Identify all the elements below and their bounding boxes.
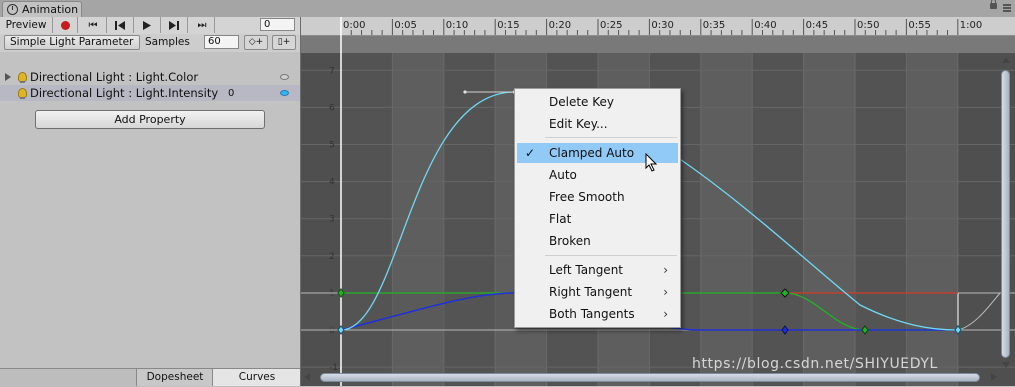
time-label: 0:20: [549, 20, 571, 31]
menu-item-label: Right Tangent: [549, 285, 633, 299]
time-band: [855, 53, 907, 386]
menu-item-label: Both Tangents: [549, 307, 635, 321]
next-keyframe-button[interactable]: [161, 17, 188, 33]
scroll-right-arrow-icon[interactable]: [991, 373, 997, 381]
scroll-down-arrow-icon[interactable]: [1002, 362, 1010, 368]
time-label: 0:15: [497, 20, 519, 31]
tangent-handle[interactable]: [463, 90, 467, 94]
property-panel: Directional Light : Light.Color Directio…: [0, 52, 300, 368]
time-label: 0:40: [754, 20, 776, 31]
record-icon: [60, 20, 70, 30]
add-property-button[interactable]: Add Property: [35, 110, 265, 129]
time-label: 0:10: [446, 20, 468, 31]
value-label: 6: [329, 103, 335, 113]
tab-curves[interactable]: Curves: [212, 369, 301, 386]
value-label: 4: [329, 178, 335, 188]
time-label: 0:30: [651, 20, 673, 31]
play-button[interactable]: [134, 17, 161, 33]
time-band: [752, 53, 804, 386]
previous-keyframe-button[interactable]: [107, 17, 134, 33]
samples-label: Samples: [145, 36, 190, 48]
checkmark-icon: ✓: [525, 146, 536, 160]
time-label: 0:00: [343, 20, 365, 31]
menu-item-delete-key[interactable]: Delete Key: [517, 92, 678, 112]
mouse-cursor-icon: [645, 153, 658, 172]
submenu-arrow-icon: ›: [663, 285, 668, 299]
value-label: 5: [329, 141, 335, 151]
previous-keyframe-icon: [115, 20, 125, 30]
last-keyframe-icon: ⏭: [197, 19, 207, 31]
foldout-arrow-icon[interactable]: [5, 73, 11, 81]
menu-item-both-tangents[interactable]: Both Tangents ›: [517, 304, 678, 324]
property-row-light-intensity[interactable]: Directional Light : Light.Intensity 0: [0, 85, 300, 101]
value-label: -1: [329, 363, 338, 373]
event-track[interactable]: [301, 36, 1015, 53]
menu-separator: [545, 137, 677, 138]
submenu-arrow-icon: ›: [663, 263, 668, 277]
lock-icon[interactable]: [990, 0, 997, 9]
watermark-text: https://blog.csdn.net/SHIYUEDYL: [692, 356, 938, 372]
menu-item-left-tangent[interactable]: Left Tangent ›: [517, 260, 678, 280]
add-keyframe-button[interactable]: ◇+: [244, 35, 268, 50]
next-keyframe-icon: [169, 20, 179, 30]
tab-dopesheet[interactable]: Dopesheet: [136, 369, 213, 386]
menu-item-right-tangent[interactable]: Right Tangent ›: [517, 282, 678, 302]
time-band: [341, 53, 393, 386]
tab-animation[interactable]: Animation: [2, 1, 82, 17]
menu-item-broken[interactable]: Broken: [517, 231, 678, 251]
time-label: 0:55: [908, 20, 930, 31]
time-label: 0:50: [857, 20, 879, 31]
view-mode-tabs: Dopesheet Curves: [0, 368, 301, 387]
property-label: Directional Light : Light.Intensity: [30, 86, 219, 100]
menu-item-label: Left Tangent: [549, 263, 624, 277]
samples-field[interactable]: 60: [204, 35, 239, 49]
value-label: 3: [329, 215, 335, 225]
scroll-left-arrow-icon[interactable]: [304, 373, 310, 381]
value-label: 7: [329, 66, 335, 76]
pre-range-shade: [301, 53, 341, 386]
scroll-up-arrow-icon[interactable]: [1002, 57, 1010, 63]
menu-item-free-smooth[interactable]: Free Smooth: [517, 187, 678, 207]
tab-title: Animation: [22, 3, 79, 16]
preview-button[interactable]: Preview: [0, 17, 53, 33]
time-label: 1:00: [960, 20, 982, 31]
curve-visibility-toggle[interactable]: [280, 74, 289, 80]
clip-select[interactable]: Simple Light Parameter: [4, 35, 140, 50]
time-band: [443, 53, 496, 386]
menu-item-flat[interactable]: Flat: [517, 209, 678, 229]
vertical-scrollbar[interactable]: [1001, 70, 1010, 358]
window-tab-bar: Animation: [0, 0, 1015, 18]
play-icon: [143, 20, 151, 30]
add-event-button[interactable]: ▯+: [272, 35, 296, 50]
clip-row: Simple Light Parameter Samples 60 ◇+ ▯+: [0, 34, 300, 53]
submenu-arrow-icon: ›: [663, 307, 668, 321]
menu-item-edit-key[interactable]: Edit Key...: [517, 114, 678, 134]
menu-icon[interactable]: [1003, 4, 1011, 12]
tangent-context-menu: Delete Key Edit Key... ✓ Clamped Auto Au…: [514, 88, 681, 328]
menu-separator: [545, 255, 677, 256]
light-bulb-icon: [18, 72, 27, 83]
record-button[interactable]: [53, 17, 78, 33]
time-label: 0:45: [806, 20, 828, 31]
last-keyframe-button[interactable]: ⏭: [188, 17, 215, 33]
light-bulb-icon: [18, 88, 27, 99]
time-label: 0:35: [703, 20, 725, 31]
property-label: Directional Light : Light.Color: [30, 70, 199, 84]
time-label: 0:25: [600, 20, 622, 31]
clock-icon: [7, 4, 18, 15]
first-keyframe-button[interactable]: ⏮: [78, 17, 107, 33]
time-label: 0:05: [394, 20, 416, 31]
horizontal-scrollbar[interactable]: [320, 373, 980, 382]
curve-visibility-toggle[interactable]: [280, 90, 289, 96]
menu-item-label: Clamped Auto: [549, 146, 635, 160]
first-keyframe-icon: ⏮: [88, 19, 98, 31]
property-value[interactable]: 0: [228, 88, 234, 99]
frame-field[interactable]: 0: [260, 18, 295, 31]
value-label: 2: [329, 252, 335, 262]
playback-toolbar: Preview ⏮ ⏭ 0: [0, 17, 300, 35]
property-row-light-color[interactable]: Directional Light : Light.Color: [0, 69, 300, 85]
